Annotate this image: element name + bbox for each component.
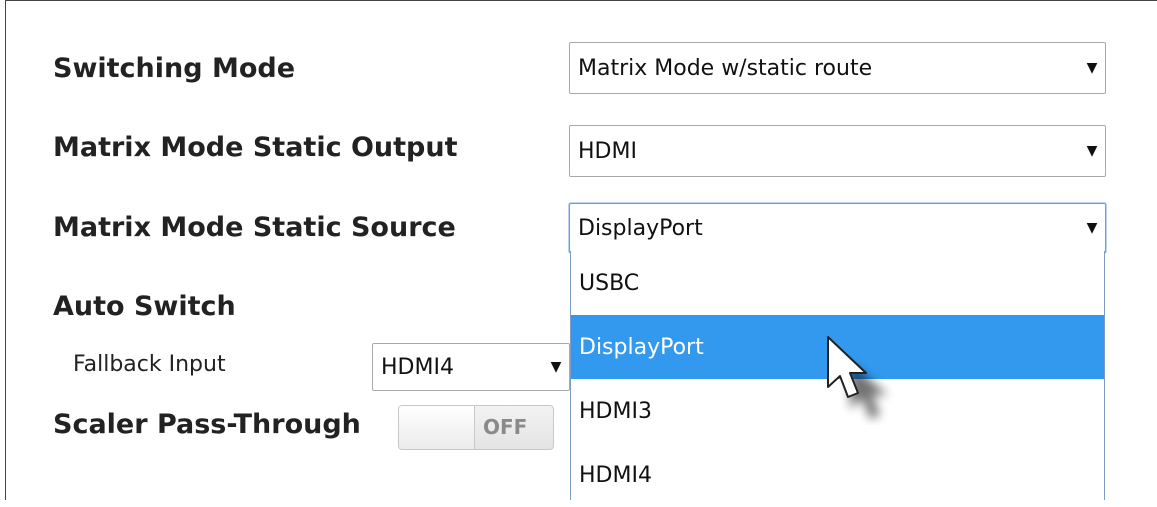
chevron-down-icon: ▼ — [1086, 143, 1098, 159]
switching-mode-select[interactable]: Matrix Mode w/static route ▼ — [569, 42, 1106, 94]
auto-switch-label: Auto Switch — [53, 291, 236, 322]
chevron-down-icon: ▼ — [550, 359, 562, 375]
dropdown-option[interactable]: USBC — [571, 251, 1104, 315]
static-output-select[interactable]: HDMI ▼ — [569, 125, 1106, 177]
toggle-state: OFF — [483, 415, 528, 439]
fallback-input-select[interactable]: HDMI4 ▼ — [372, 343, 570, 391]
scaler-pass-through-label: Scaler Pass-Through — [53, 409, 361, 440]
toggle-knob[interactable] — [399, 406, 475, 449]
fallback-input-label: Fallback Input — [73, 352, 226, 377]
switching-mode-label: Switching Mode — [53, 53, 296, 84]
static-source-select[interactable]: DisplayPort ▼ — [569, 203, 1106, 253]
static-output-value: HDMI — [578, 138, 637, 164]
static-source-value: DisplayPort — [578, 215, 703, 241]
switching-mode-value: Matrix Mode w/static route — [578, 55, 873, 81]
fallback-input-value: HDMI4 — [381, 354, 454, 380]
pointer-cursor-icon — [827, 336, 888, 419]
chevron-down-icon: ▼ — [1086, 220, 1098, 236]
static-output-label: Matrix Mode Static Output — [53, 132, 458, 163]
dropdown-option[interactable]: HDMI4 — [571, 443, 1104, 507]
static-source-label: Matrix Mode Static Source — [53, 212, 456, 243]
chevron-down-icon: ▼ — [1086, 60, 1098, 76]
scaler-pass-through-toggle[interactable]: OFF — [398, 405, 554, 450]
